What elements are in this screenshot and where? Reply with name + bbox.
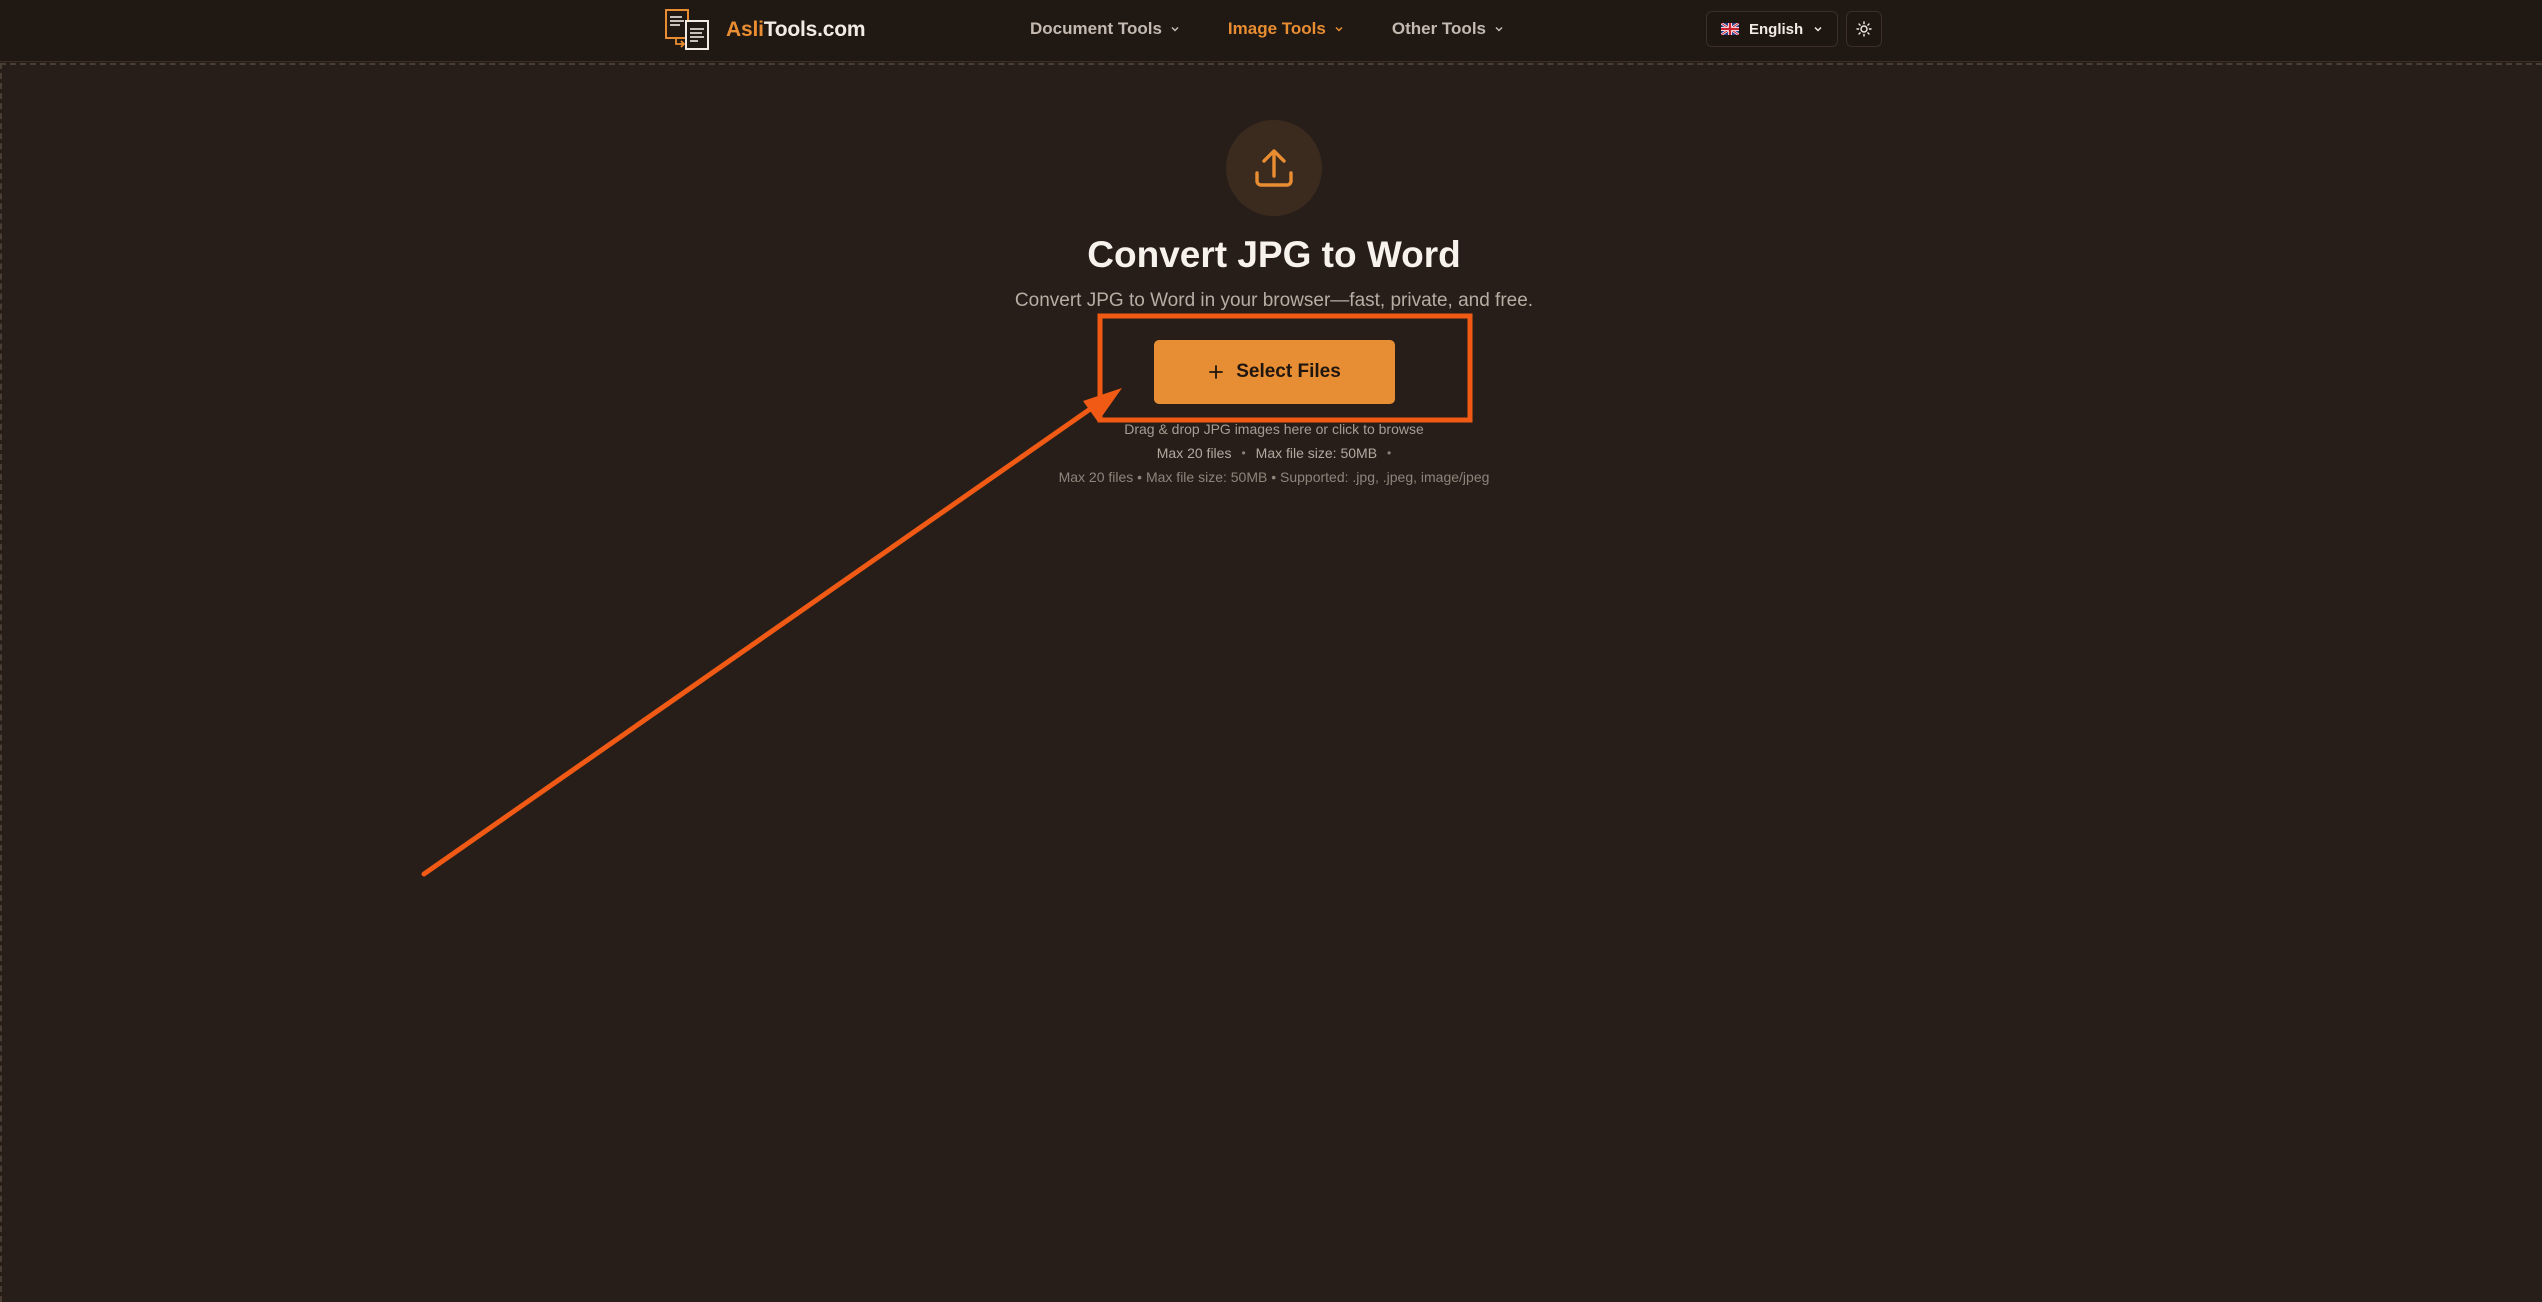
max-files-text: Max 20 files — [1156, 445, 1232, 461]
language-label: English — [1749, 20, 1804, 38]
separator-dot: • — [1387, 446, 1392, 460]
upload-icon-circle — [1226, 120, 1322, 216]
logo-icon — [665, 9, 709, 50]
select-files-button[interactable]: Select Files — [1154, 340, 1395, 404]
select-files-label: Select Files — [1236, 361, 1341, 382]
chevron-down-icon — [1495, 26, 1503, 32]
nav-label: Other Tools — [1391, 19, 1486, 38]
language-selector[interactable]: English — [1706, 11, 1838, 47]
separator-dot: • — [1241, 446, 1246, 460]
page-subtitle: Convert JPG to Word in your browser—fast… — [1014, 290, 1534, 311]
top-navigation-bar: AsliTools.com Document Tools Image Tools… — [0, 0, 2542, 62]
nav-image-tools[interactable]: Image Tools — [1228, 19, 1344, 39]
upload-icon — [1255, 149, 1293, 187]
page-title: Convert JPG to Word — [1087, 234, 1461, 275]
nav-label: Document Tools — [1030, 19, 1162, 38]
chevron-down-icon — [1171, 26, 1179, 32]
sun-icon — [1856, 21, 1872, 37]
nav-label: Image Tools — [1227, 19, 1326, 38]
chevron-down-icon — [1814, 26, 1822, 32]
nav-other-tools[interactable]: Other Tools — [1392, 19, 1504, 39]
max-size-text: Max file size: 50MB — [1255, 445, 1378, 461]
drop-hint: Drag & drop JPG images here or click to … — [1124, 421, 1424, 437]
supported-formats-text: Max 20 files • Max file size: 50MB • Sup… — [1058, 469, 1490, 485]
main-nav: Document Tools Image Tools Other Tools — [1030, 0, 1504, 58]
plus-icon — [1209, 365, 1224, 379]
logo-text: AsliTools.com — [726, 18, 866, 41]
nav-document-tools[interactable]: Document Tools — [1030, 19, 1180, 39]
upload-limits: Max 20 files • Max file size: 50MB • — [0, 445, 2542, 461]
site-logo[interactable]: AsliTools.com — [664, 7, 866, 53]
theme-toggle-button[interactable] — [1846, 11, 1882, 47]
chevron-down-icon — [1335, 26, 1343, 32]
uk-flag-icon — [1721, 23, 1739, 35]
